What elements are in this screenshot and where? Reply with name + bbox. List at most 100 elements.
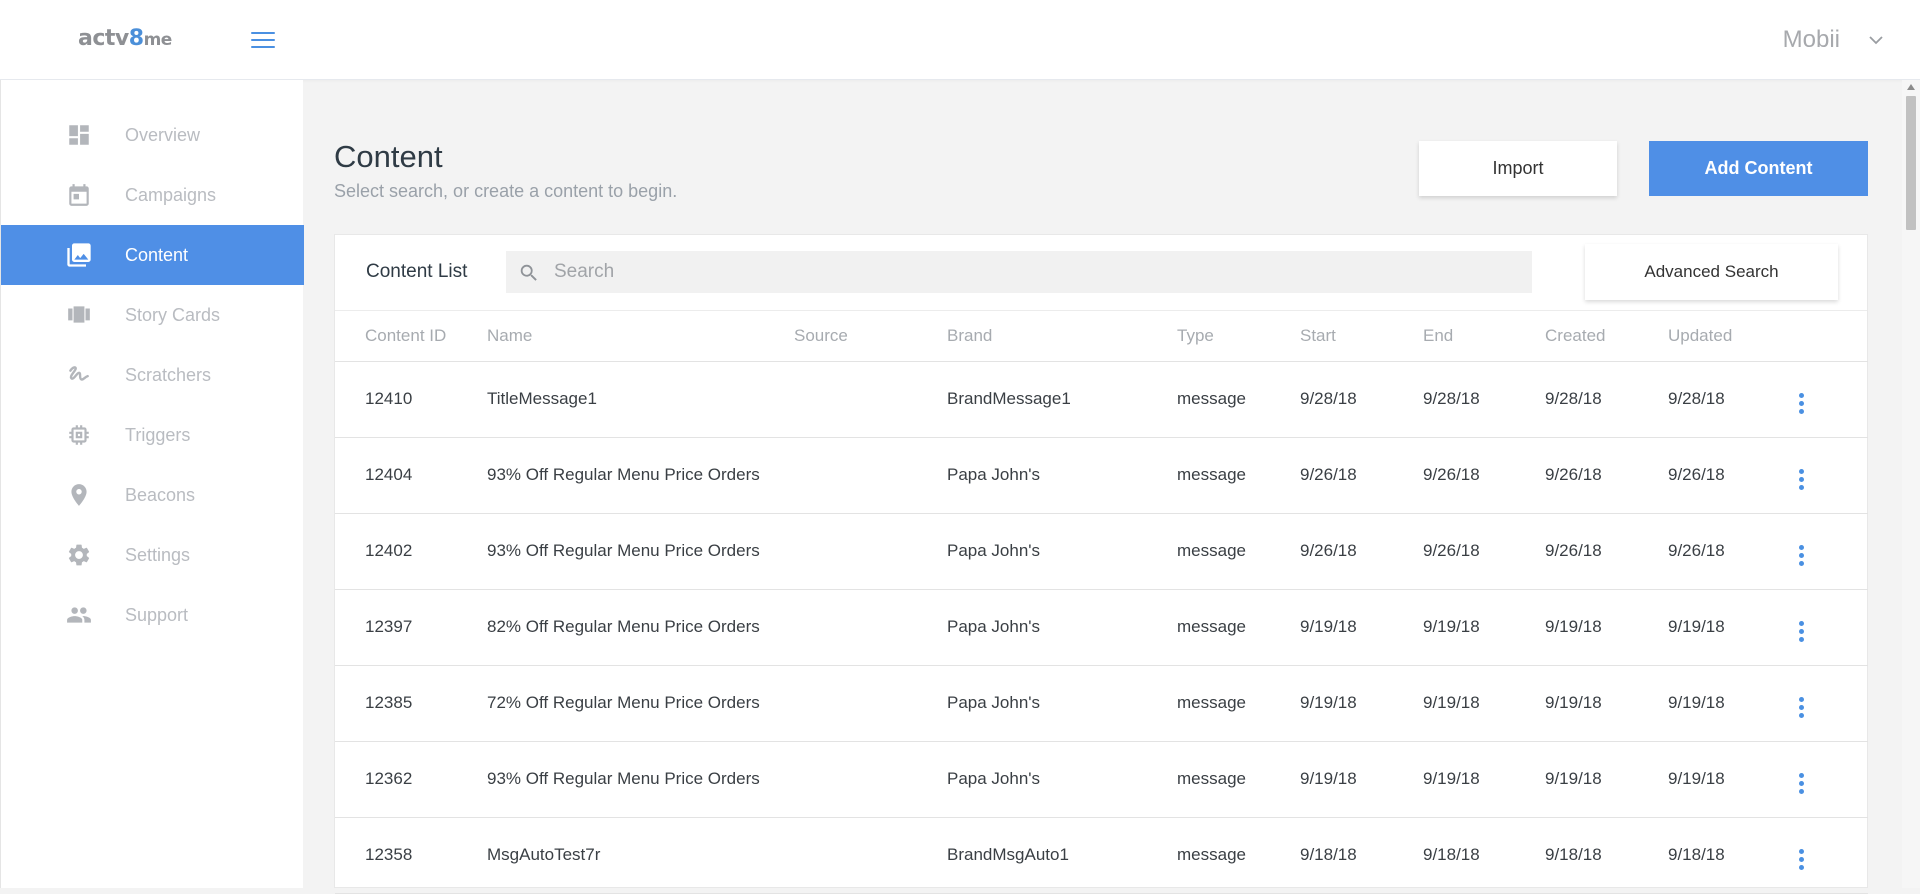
cell-updated: 9/19/18 [1668,589,1791,666]
column-header-type[interactable]: Type [1177,311,1300,362]
cell-type: message [1177,589,1300,666]
cell-end: 9/19/18 [1423,741,1545,818]
cell-content-id: 12404 [335,437,487,514]
people-icon [65,601,93,629]
sidebar-item-campaigns[interactable]: Campaigns [1,165,304,225]
more-vert-icon[interactable] [1791,771,1811,797]
vertical-scrollbar[interactable] [1902,80,1920,888]
cell-start: 9/19/18 [1300,665,1423,742]
scrollbar-thumb[interactable] [1906,96,1916,230]
cell-name: 93% Off Regular Menu Price Orders [487,741,794,818]
cell-start: 9/26/18 [1300,437,1423,514]
more-vert-icon[interactable] [1791,467,1811,493]
cell-updated: 9/26/18 [1668,513,1791,590]
table-row[interactable]: 12402 93% Off Regular Menu Price Orders … [335,513,1868,590]
table-row[interactable]: 12362 93% Off Regular Menu Price Orders … [335,741,1868,818]
cell-created: 9/28/18 [1545,361,1668,438]
sidebar-item-scratchers[interactable]: Scratchers [1,345,304,405]
cell-type: message [1177,437,1300,514]
advanced-search-button[interactable]: Advanced Search [1585,244,1838,300]
cell-updated: 9/28/18 [1668,361,1791,438]
table-row[interactable]: 12397 82% Off Regular Menu Price Orders … [335,589,1868,666]
logo-text-8: 8 [128,26,144,51]
column-header-created[interactable]: Created [1545,311,1668,362]
sidebar-item-support[interactable]: Support [1,585,304,645]
table-row[interactable]: 12410 TitleMessage1 BrandMessage1 messag… [335,361,1868,438]
cell-end: 9/18/18 [1423,817,1545,894]
cell-updated: 9/26/18 [1668,437,1791,514]
dashboard-icon [65,121,93,149]
column-header-source[interactable]: Source [794,311,947,362]
sidebar-item-label: Content [125,244,189,265]
sidebar-item-settings[interactable]: Settings [1,525,304,585]
more-vert-icon[interactable] [1791,847,1811,873]
cell-start: 9/19/18 [1300,741,1423,818]
panel-header: Content List Advanced Search [335,235,1867,311]
cell-type: message [1177,513,1300,590]
cell-source [794,665,947,742]
column-header-brand[interactable]: Brand [947,311,1177,362]
location-pin-icon [65,481,93,509]
cell-actions [1791,361,1868,438]
more-vert-icon[interactable] [1791,695,1811,721]
sidebar-item-label: Support [125,604,189,625]
table-row[interactable]: 12385 72% Off Regular Menu Price Orders … [335,665,1868,742]
add-content-button[interactable]: Add Content [1649,141,1868,196]
app-logo[interactable]: actv 8 me [78,26,172,54]
column-header-content-id[interactable]: Content ID [335,311,487,362]
sidebar-item-triggers[interactable]: Triggers [1,405,304,465]
column-header-end[interactable]: End [1423,311,1545,362]
cell-updated: 9/19/18 [1668,665,1791,742]
sidebar-item-content[interactable]: Content [1,225,304,285]
import-button[interactable]: Import [1419,141,1617,196]
column-header-actions [1791,311,1868,362]
gesture-icon [65,361,93,389]
cell-brand: Papa John's [947,513,1177,590]
user-menu[interactable]: Mobii [1783,24,1884,56]
cell-source [794,741,947,818]
cell-actions [1791,589,1868,666]
cell-updated: 9/19/18 [1668,741,1791,818]
column-header-updated[interactable]: Updated [1668,311,1791,362]
sidebar-item-label: Overview [125,124,201,145]
cell-content-id: 12397 [335,589,487,666]
scroll-up-arrow-icon[interactable] [1907,84,1915,90]
cell-actions [1791,741,1868,818]
sidebar-item-beacons[interactable]: Beacons [1,465,304,525]
photo-library-icon [65,241,93,269]
table-row[interactable]: 12358 MsgAutoTest7r BrandMsgAuto1 messag… [335,817,1868,894]
cell-name: TitleMessage1 [487,361,794,438]
table-row[interactable]: 12404 93% Off Regular Menu Price Orders … [335,437,1868,514]
cell-start: 9/26/18 [1300,513,1423,590]
cell-created: 9/19/18 [1545,741,1668,818]
cell-brand: Papa John's [947,665,1177,742]
cell-content-id: 12402 [335,513,487,590]
cell-type: message [1177,361,1300,438]
search-input[interactable] [554,251,1514,293]
sidebar-item-story-cards[interactable]: Story Cards [1,285,304,345]
page-title: Content [334,139,443,174]
cell-name: 93% Off Regular Menu Price Orders [487,437,794,514]
cell-content-id: 12385 [335,665,487,742]
cell-name: MsgAutoTest7r [487,817,794,894]
content-table: Content ID Name Source Brand Type Start … [335,311,1868,894]
content-list-panel: Content List Advanced Search Content ID … [334,234,1868,894]
more-vert-icon[interactable] [1791,619,1811,645]
cell-end: 9/19/18 [1423,665,1545,742]
sidebar-item-label: Settings [125,544,191,565]
menu-toggle-icon[interactable] [251,32,275,50]
top-bar: actv 8 me Mobii [0,0,1920,80]
more-vert-icon[interactable] [1791,543,1811,569]
search-box[interactable] [506,251,1532,293]
cell-brand: BrandMessage1 [947,361,1177,438]
column-header-name[interactable]: Name [487,311,794,362]
cell-created: 9/19/18 [1545,589,1668,666]
cell-name: 72% Off Regular Menu Price Orders [487,665,794,742]
sidebar-item-overview[interactable]: Overview [1,105,304,165]
column-header-start[interactable]: Start [1300,311,1423,362]
cell-start: 9/28/18 [1300,361,1423,438]
cell-content-id: 12358 [335,817,487,894]
cell-content-id: 12362 [335,741,487,818]
cell-type: message [1177,817,1300,894]
more-vert-icon[interactable] [1791,391,1811,417]
